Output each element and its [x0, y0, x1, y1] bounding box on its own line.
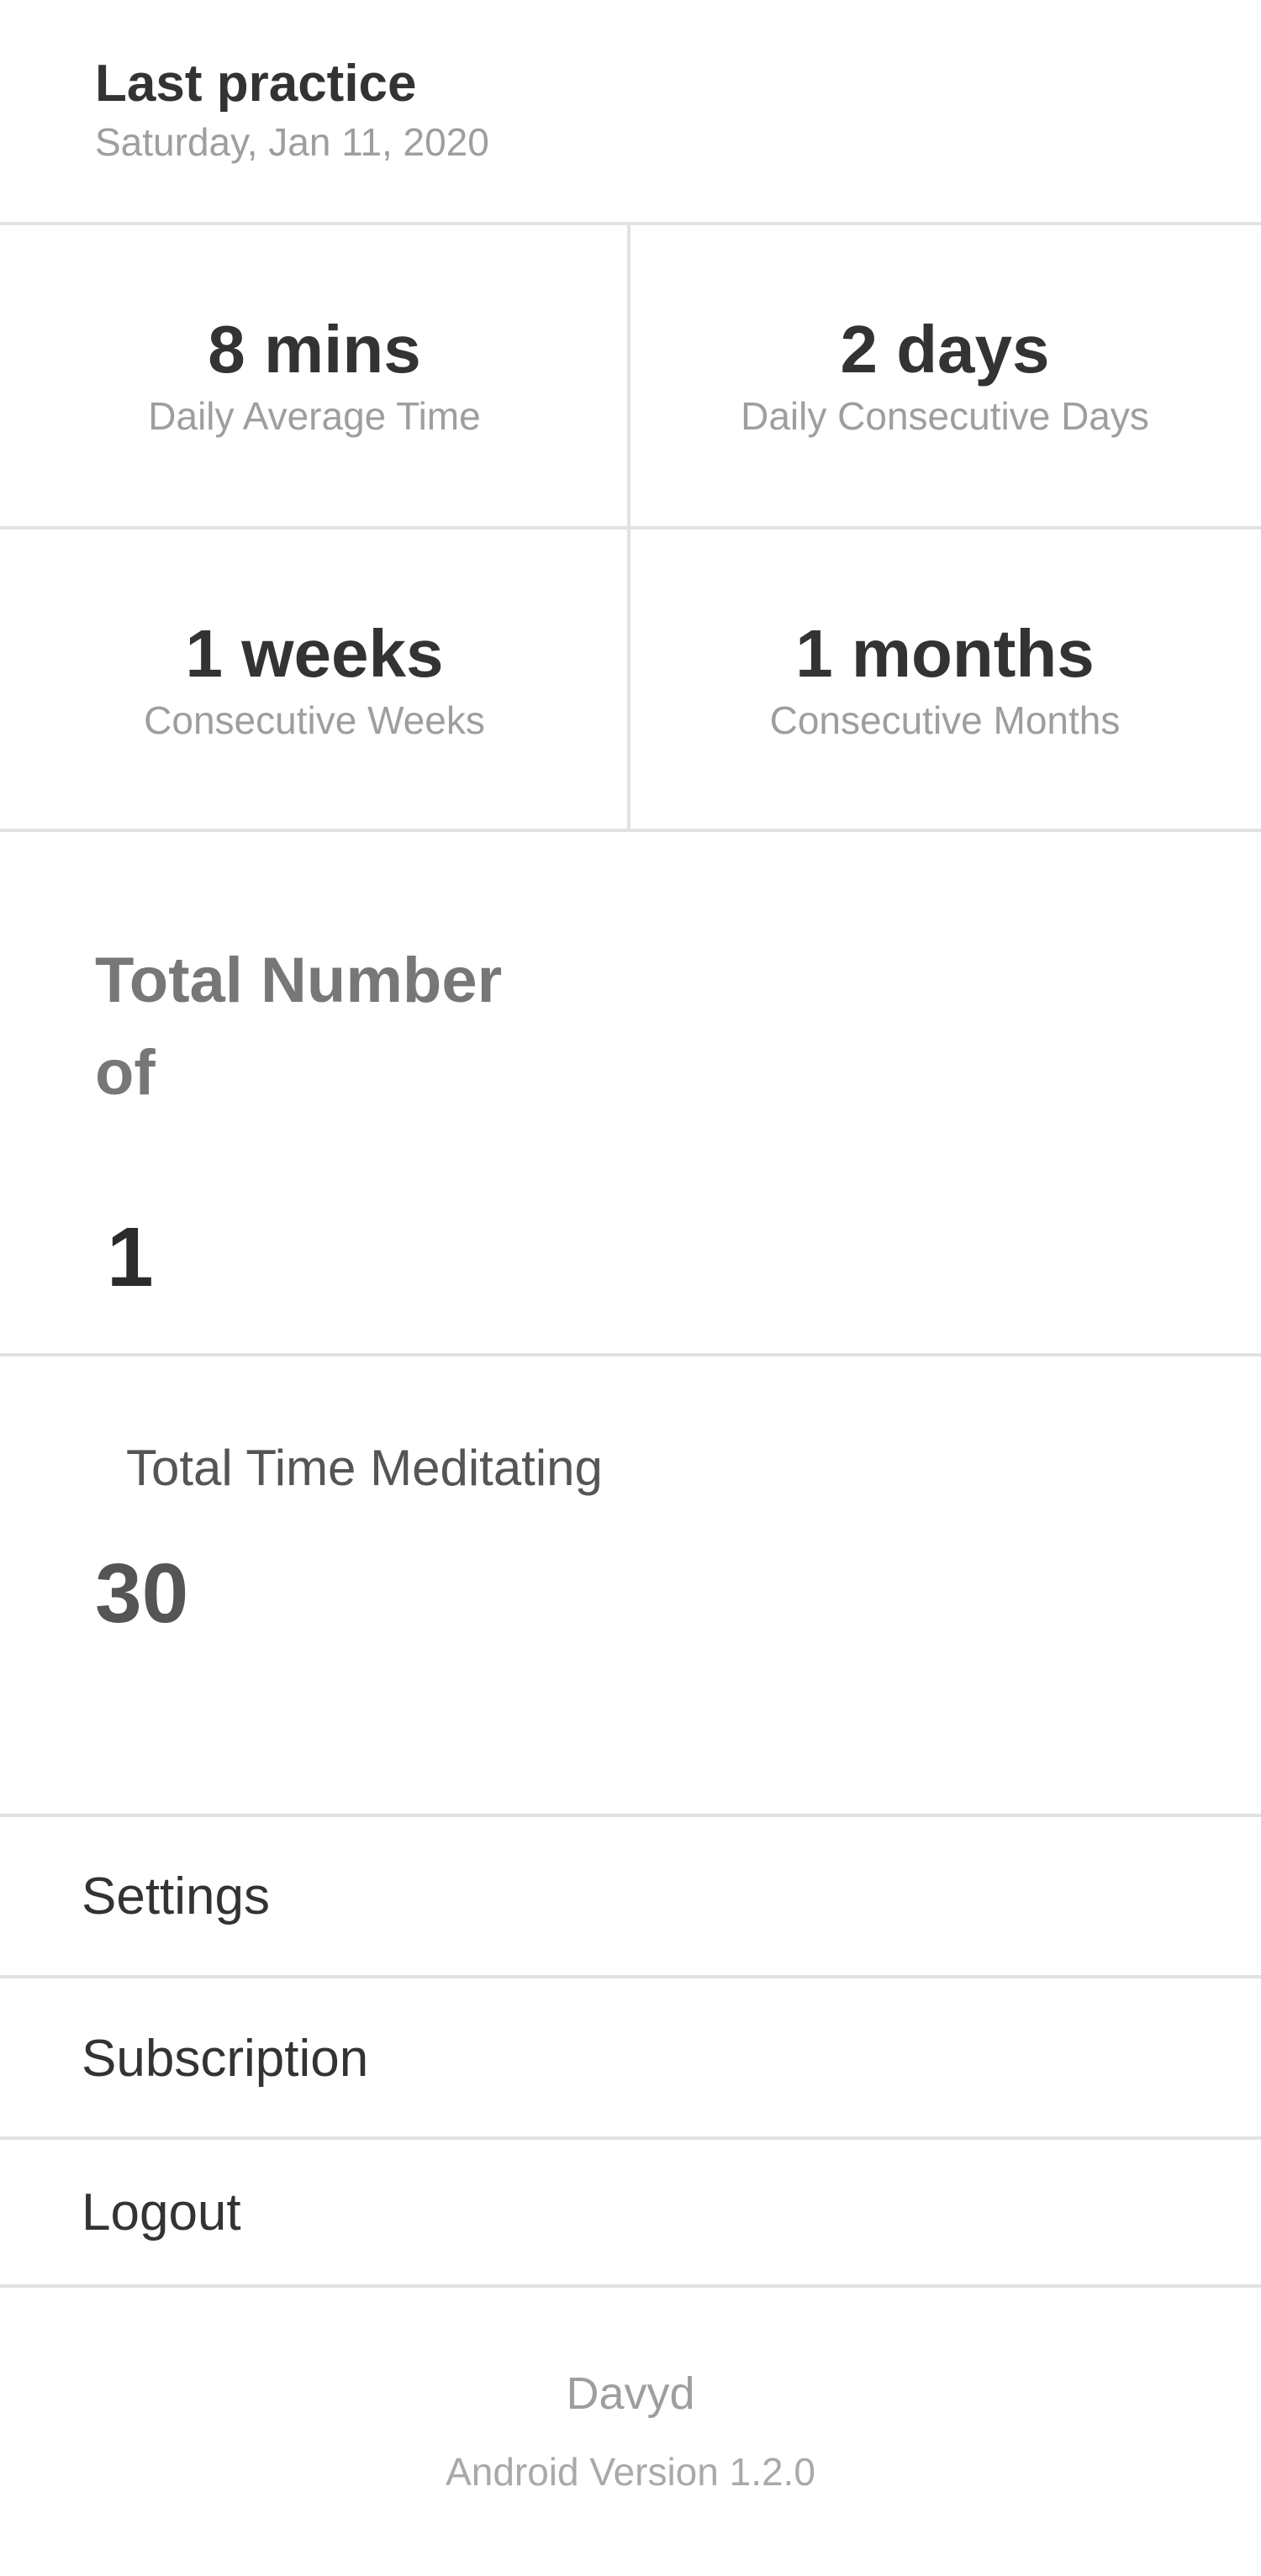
stat-value: 1 months: [795, 616, 1095, 691]
stat-daily-average: 8 mins Daily Average Time: [0, 225, 629, 526]
subscription-menu-item[interactable]: Subscription: [0, 1978, 1261, 2138]
last-practice-title: Last practice: [95, 55, 417, 113]
last-practice-date: Saturday, Jan 11, 2020: [95, 120, 489, 164]
settings-label: Settings: [82, 1867, 271, 1925]
stat-value: 1 weeks: [185, 616, 444, 691]
footer-app-version: Android Version 1.2.0: [446, 2450, 815, 2494]
profile-page: Last practice Saturday, Jan 11, 2020 8 m…: [0, 0, 1261, 2576]
stat-value: 2 days: [840, 312, 1050, 387]
stat-consecutive-weeks: 1 weeks Consecutive Weeks: [0, 529, 629, 830]
last-practice-section: Last practice Saturday, Jan 11, 2020: [95, 52, 489, 166]
settings-menu-item[interactable]: Settings: [0, 1817, 1261, 1975]
stat-label: Consecutive Weeks: [144, 698, 485, 742]
logout-label: Logout: [82, 2183, 241, 2241]
divider: [0, 526, 1261, 529]
total-time-value: 30: [95, 1546, 189, 1641]
divider: [0, 2284, 1261, 2288]
stat-label: Daily Average Time: [148, 394, 481, 438]
total-number-value: 1: [107, 1210, 154, 1304]
stat-value: 8 mins: [208, 312, 421, 387]
stat-consecutive-months: 1 months Consecutive Months: [630, 529, 1259, 830]
stat-daily-consecutive: 2 days Daily Consecutive Days: [630, 225, 1259, 526]
footer-user-name: Davyd: [566, 2368, 695, 2419]
stat-label: Daily Consecutive Days: [741, 394, 1149, 438]
divider: [0, 829, 1261, 832]
divider: [0, 1353, 1261, 1356]
subscription-label: Subscription: [82, 2029, 369, 2088]
total-number-title: Total Number of: [95, 945, 503, 1109]
stat-label: Consecutive Months: [769, 698, 1121, 742]
logout-menu-item[interactable]: Logout: [0, 2140, 1261, 2284]
total-time-title: Total Time Meditating: [126, 1440, 603, 1496]
